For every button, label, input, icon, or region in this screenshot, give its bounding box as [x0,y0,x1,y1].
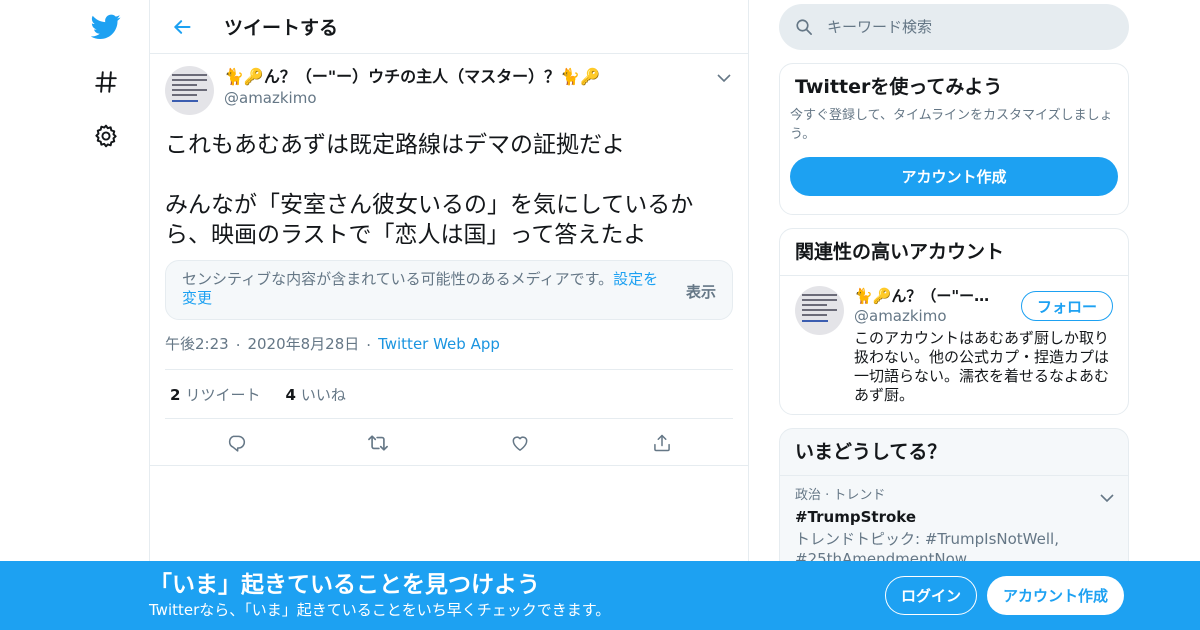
retweet-icon [368,435,388,451]
chevron-down-icon [1100,494,1114,503]
hashtag-icon [95,71,117,93]
signup-card-description: 今すぐ登録して、タイムラインをカスタマイズしましょう。 [790,108,1113,142]
tweet-text-line: みんなが「安室さん彼女いるの」を気にしているか [165,192,694,218]
chevron-down-icon [717,73,731,82]
trend-category: 政治 · トレンド [795,488,886,503]
signup-card: Twitterを使ってみよう 今すぐ登録して、タイムラインをカスタマイズしましょ… [779,63,1129,215]
tweet-text: これもあむあずは既定路線はデマの証拠だよ みんなが「安室さん彼女いるの」を気にし… [165,130,725,250]
related-account[interactable]: 🐈🔑ん？（ー"ー）ウチの主人（マスター）？🐈🔑 @amazkimo このアカウン… [780,276,1128,405]
signup-banner: 「いま」起きていることを見つけよう Twitterなら、「いま」起きていることを… [0,561,1200,630]
trends-title: いまどうしてる？ [780,429,1128,476]
trend-name: #TrumpStroke [795,508,917,526]
tweet-metadata: 午後2:23 . 2020年8月28日 . Twitter Web App [165,332,500,354]
tweet-source-app[interactable]: Twitter Web App [378,334,500,354]
explore-hashtag-link[interactable] [86,62,126,102]
create-account-button[interactable]: アカウント作成 [790,157,1118,196]
left-nav [80,0,132,630]
gear-icon [95,124,117,148]
search-icon [796,19,812,35]
sensitive-warning-text: センシティブな内容が含まれている可能性のあるメディアです。 [182,270,614,288]
follow-button[interactable]: フォロー [1021,291,1113,321]
banner-create-account-button[interactable]: アカウント作成 [987,576,1124,615]
like-button[interactable] [500,423,540,463]
sensitive-media-notice: センシティブな内容が含まれている可能性のあるメディアです。設定を変更 表示 [165,260,733,320]
banner-subtitle: Twitterなら、「いま」起きていることをいち早くチェックできます。 [149,601,611,619]
like-stat[interactable]: 4 いいね [285,384,345,405]
search-bar[interactable] [779,4,1129,50]
divider [150,465,748,466]
tweet-stats: 2 リツイート 4 いいね [165,369,733,419]
show-media-button[interactable]: 表示 [686,281,716,302]
avatar[interactable] [795,286,844,335]
related-accounts-card: 関連性の高いアカウント 🐈🔑ん？（ー"ー）ウチの主人（マスター）？🐈🔑 @ama… [779,228,1129,415]
like-count: 4 [285,385,296,404]
tweet-time[interactable]: 午後2:23 [165,334,229,354]
like-label: いいね [300,385,346,404]
share-button[interactable] [642,423,682,463]
login-button[interactable]: ログイン [885,576,977,615]
settings-link[interactable] [86,116,126,156]
page: ツイートする 🐈🔑ん？（ー"ー）ウチの主人（マスター）？🐈🔑 @amazkimo… [0,0,1200,630]
reply-icon [228,435,246,452]
tweet-text-line: これもあむあずは既定路線はデマの証拠だよ [165,132,625,158]
tweet-menu-button[interactable] [714,68,734,88]
tweet-actions [165,419,733,467]
trend-item[interactable]: 政治 · トレンド #TrumpStroke トレンドトピック: #TrumpI… [780,476,1128,569]
twitter-home-link[interactable] [86,7,126,47]
avatar[interactable] [165,66,214,115]
trend-menu-button[interactable] [1100,488,1114,507]
search-input[interactable] [827,18,1107,36]
twitter-bird-icon [91,14,121,39]
page-title: ツイートする [224,17,339,39]
retweet-count: 2 [170,385,181,404]
author-handle[interactable]: @amazkimo [224,88,600,108]
back-button[interactable] [162,7,202,47]
signup-card-title: Twitterを使ってみよう [795,76,1003,98]
arrow-left-icon [174,19,191,34]
author-display-name[interactable]: 🐈🔑ん？（ー"ー）ウチの主人（マスター）？🐈🔑 [224,66,600,88]
share-icon [654,434,670,452]
related-account-name[interactable]: 🐈🔑ん？（ー"ー）ウチの主人（マスター）？🐈🔑 [854,286,1004,306]
main-header: ツイートする [150,0,748,54]
right-sidebar: Twitterを使ってみよう 今すぐ登録して、タイムラインをカスタマイズしましょ… [779,0,1129,628]
tweet-author: 🐈🔑ん？（ー"ー）ウチの主人（マスター）？🐈🔑 @amazkimo [165,66,733,115]
retweet-label: リツイート [185,385,261,404]
tweet: 🐈🔑ん？（ー"ー）ウチの主人（マスター）？🐈🔑 @amazkimo これもあむあ… [150,54,748,467]
tweet-date[interactable]: 2020年8月28日 [247,334,359,354]
retweet-stat[interactable]: 2 リツイート [170,384,260,405]
retweet-button[interactable] [358,423,398,463]
related-account-bio: このアカウントはあむあず厨しか取り扱わない。他の公式カプ・捏造カプは一切語らない… [854,329,1110,404]
tweet-text-line: ら、映画のラストで「恋人は国」って答えたよ [165,222,647,248]
reply-button[interactable] [216,423,256,463]
banner-title: 「いま」起きていることを見つけよう [149,572,540,598]
main-column: ツイートする 🐈🔑ん？（ー"ー）ウチの主人（マスター）？🐈🔑 @amazkimo… [149,0,749,630]
related-accounts-title: 関連性の高いアカウント [780,229,1128,276]
like-icon [512,436,528,451]
